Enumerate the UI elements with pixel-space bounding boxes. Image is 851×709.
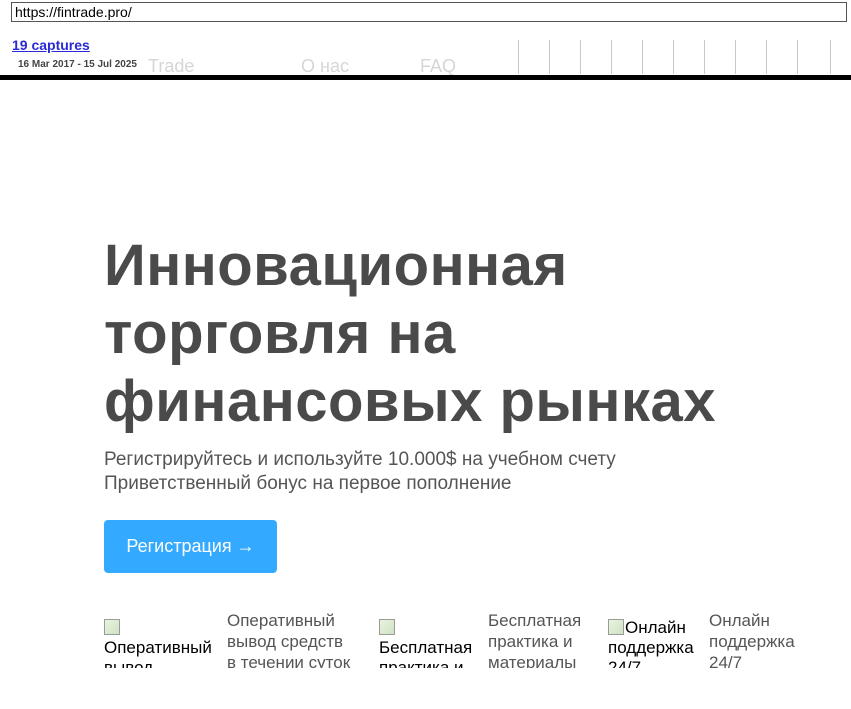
feature-fast-withdrawal: Оперативный вывод Оперативный вывод сред… (104, 610, 364, 668)
feature-text: Онлайн поддержка 24/7 (709, 610, 795, 668)
feature-text-line: материалы (488, 653, 577, 668)
site-nav-brand[interactable]: Trade (148, 56, 194, 77)
feature-free-practice: Бесплатная практика и Бесплатная практик… (379, 610, 599, 668)
feature-text-line: 24/7 (709, 653, 743, 668)
feature-image-broken: Онлайн поддержка 24/7 (608, 618, 700, 668)
feature-image-broken: Бесплатная практика и (379, 618, 479, 668)
hero-title-line: Инновационная (104, 233, 568, 298)
image-alt-text: вывод (104, 658, 154, 668)
image-alt-text: Онлайн (625, 618, 686, 637)
broken-image-icon (379, 619, 395, 635)
feature-text-line: Онлайн (709, 611, 770, 630)
feature-text: Оперативный вывод средств в течении суто… (227, 610, 350, 668)
image-alt-text: 24/7 (608, 658, 642, 668)
image-alt-text: Бесплатная (379, 638, 473, 657)
hero-title: Инновационная торговля на финансовых рын… (104, 232, 824, 436)
capture-sparkline[interactable] (518, 40, 838, 74)
feature-online-support: Онлайн поддержка 24/7 Онлайн поддержка 2… (608, 610, 808, 668)
feature-text: Бесплатная практика и материалы (488, 610, 581, 668)
feature-text-line: Бесплатная (488, 611, 582, 630)
wayback-toolbar: Trade О нас FAQ 19 captures 16 Mar 2017 … (0, 0, 851, 82)
site-nav-item-about[interactable]: О нас (301, 56, 349, 77)
feature-text-line: Оперативный (227, 611, 335, 630)
broken-image-icon (608, 619, 624, 635)
hero-subtitle-line: Приветственный бонус на первое пополнени… (104, 473, 512, 494)
capture-date-range: 16 Mar 2017 - 15 Jul 2025 (18, 59, 137, 70)
broken-image-icon (104, 619, 120, 635)
wayback-url-input[interactable] (11, 2, 847, 22)
image-alt-text: поддержка (608, 638, 694, 657)
image-alt-text: практика и (379, 658, 464, 668)
feature-image-broken: Оперативный вывод (104, 618, 222, 668)
hero-subtitle-line: Регистрируйтесь и используйте 10.000$ на… (104, 449, 616, 470)
feature-text-line: поддержка (709, 632, 795, 651)
hero-section: Инновационная торговля на финансовых рын… (104, 232, 824, 436)
hero-subtitle: Регистрируйтесь и используйте 10.000$ на… (104, 448, 616, 496)
site-nav-item-faq[interactable]: FAQ (420, 56, 456, 77)
hero-title-line: торговля на (104, 301, 456, 366)
register-button[interactable]: Регистрация → (104, 520, 277, 573)
toolbar-divider (0, 75, 851, 80)
hero-title-line: финансовых рынках (104, 369, 717, 434)
feature-text-line: в течении суток (227, 653, 351, 668)
captures-link[interactable]: 19 captures (12, 37, 90, 53)
image-alt-text: Оперативный (104, 638, 212, 657)
feature-text-line: вывод средств (227, 632, 344, 651)
feature-text-line: практика и (488, 632, 573, 651)
